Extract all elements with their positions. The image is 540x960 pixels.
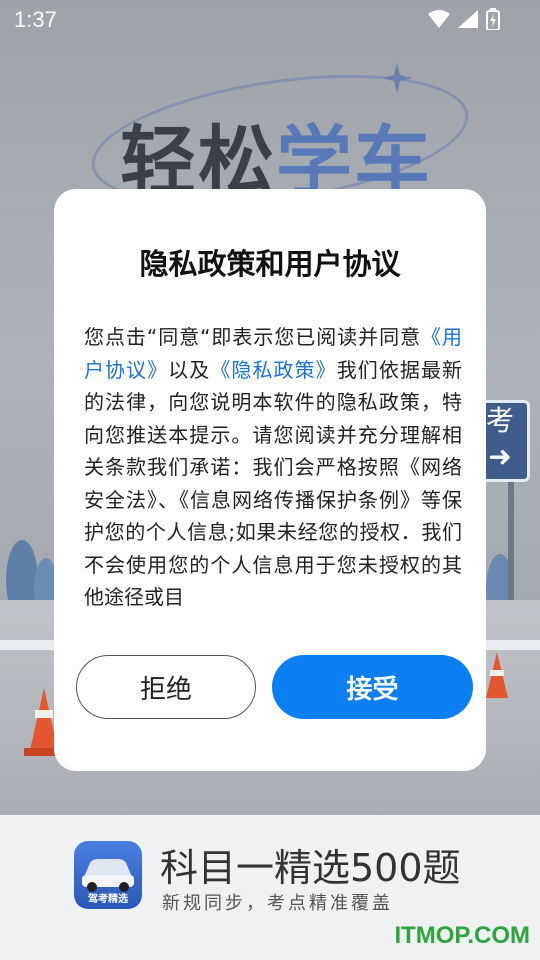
- dialog-body-text: 我们依据最新的法律，向您说明本软件的隐私政策，特向您推送本提示。请您阅读并充分理…: [84, 357, 462, 610]
- road-stripe: [0, 640, 60, 650]
- dialog-body-text: 以及: [168, 357, 211, 382]
- reject-button[interactable]: 拒绝: [76, 655, 256, 719]
- sparkle-icon: [382, 63, 412, 93]
- dialog-title: 隐私政策和用户协议: [139, 247, 401, 281]
- watermark: ITMOP.COM: [394, 922, 530, 949]
- traffic-cone-icon: [486, 652, 508, 698]
- privacy-dialog: 隐私政策和用户协议 您点击“同意“即表示您已阅读并同意《用户协议》以及《隐私政策…: [54, 189, 486, 771]
- road-stripe: [486, 640, 540, 650]
- cellular-signal-icon: [458, 10, 478, 28]
- dialog-body-text: 您点击“同意“即表示您已阅读并同意: [84, 325, 422, 349]
- banner-title: 科目一精选500题: [160, 846, 461, 890]
- app-icon: 驾考精选: [74, 841, 142, 909]
- status-time: 1:37: [14, 7, 57, 32]
- app-banner: 驾考精选 科目一精选500题 新规同步，考点精准覆盖 ITMOP.COM: [0, 815, 540, 960]
- wifi-icon: [428, 10, 450, 28]
- accept-button[interactable]: 接受: [272, 655, 473, 719]
- car-icon: [82, 859, 134, 892]
- battery-charging-icon: [486, 8, 500, 30]
- status-bar: 1:37: [0, 0, 540, 40]
- banner-subtitle: 新规同步，考点精准覆盖: [162, 893, 393, 914]
- privacy-policy-link[interactable]: 《隐私政策》: [210, 358, 336, 382]
- app-icon-label: 驾考精选: [88, 894, 128, 905]
- dialog-body[interactable]: 您点击“同意“即表示您已阅读并同意《用户协议》以及《隐私政策》我们依据最新的法律…: [84, 321, 462, 611]
